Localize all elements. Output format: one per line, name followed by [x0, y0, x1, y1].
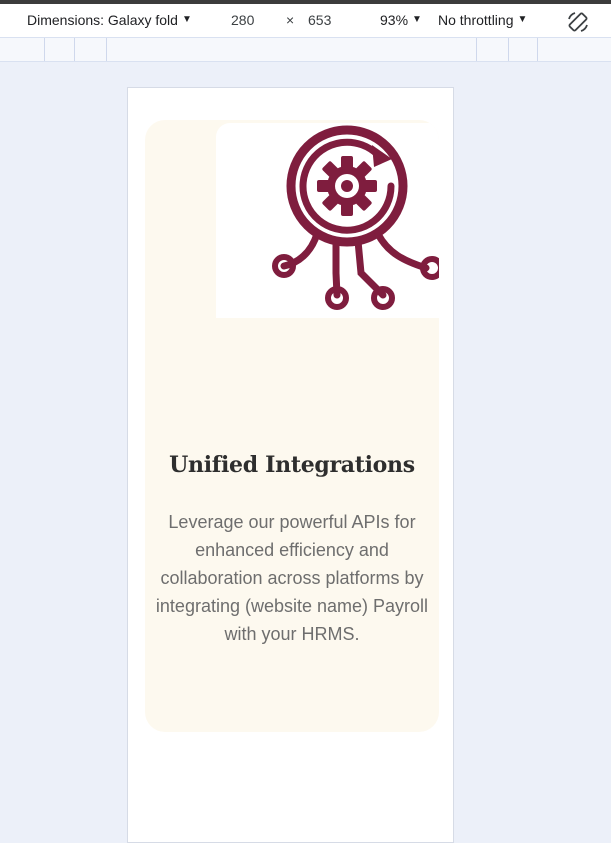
dimensions-label: Dimensions: Galaxy fold	[27, 12, 178, 28]
rotate-icon[interactable]	[566, 10, 590, 34]
device-viewport: Unified Integrations Leverage our powerf…	[127, 87, 454, 843]
gear-integration-icon	[272, 125, 439, 310]
throttling-dropdown[interactable]: No throttling ▼	[438, 12, 527, 28]
chevron-down-icon: ▼	[517, 14, 528, 25]
ruler-tick	[44, 38, 45, 61]
ruler-tick	[508, 38, 509, 61]
zoom-dropdown[interactable]: 93% ▼	[380, 12, 422, 28]
width-input[interactable]: 280	[231, 12, 254, 28]
ruler-tick	[106, 38, 107, 61]
times-sign: ×	[286, 12, 295, 28]
chevron-down-icon: ▼	[412, 14, 422, 25]
media-query-ruler	[0, 37, 611, 62]
zoom-label: 93%	[380, 12, 409, 28]
feature-card: Unified Integrations Leverage our powerf…	[145, 120, 439, 732]
device-toolbar: Dimensions: Galaxy fold ▼ 280 × 653 93% …	[0, 4, 611, 37]
throttling-label: No throttling	[438, 12, 514, 28]
card-title: Unified Integrations	[169, 452, 415, 478]
card-description: Leverage our powerful APIs for enhanced …	[155, 512, 429, 644]
ruler-tick	[74, 38, 75, 61]
ruler-tick	[537, 38, 538, 61]
height-input[interactable]: 653	[308, 12, 331, 28]
ruler-tick	[476, 38, 477, 61]
chevron-down-icon: ▼	[181, 14, 192, 25]
illustration-panel	[216, 123, 439, 318]
dimensions-dropdown[interactable]: Dimensions: Galaxy fold ▼	[27, 12, 192, 28]
